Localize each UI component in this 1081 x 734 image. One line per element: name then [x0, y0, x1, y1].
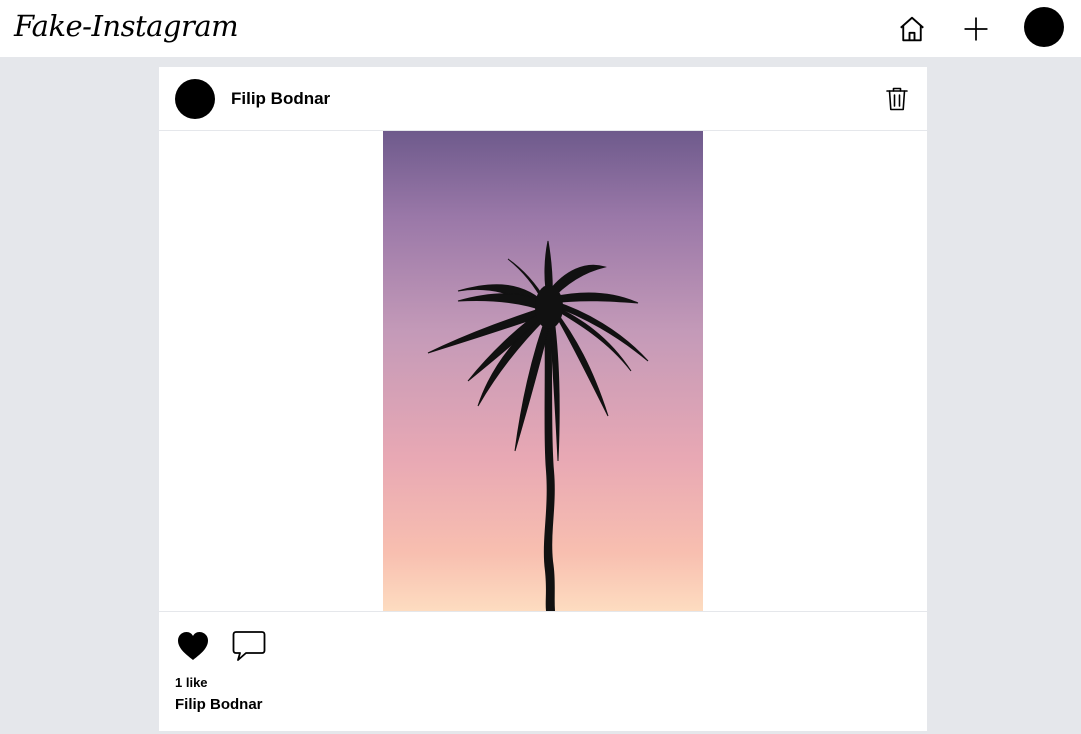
profile-avatar[interactable]	[1024, 7, 1064, 47]
top-navbar: Fake-Instagram	[0, 0, 1081, 58]
home-button[interactable]	[892, 9, 932, 49]
post-card: Filip Bodnar 1 like Filip Bodnar	[159, 67, 927, 731]
comment-button[interactable]	[231, 628, 267, 664]
caption-author[interactable]: Filip Bodnar	[175, 695, 263, 715]
heart-icon	[178, 632, 208, 660]
delete-post-button[interactable]	[883, 85, 911, 113]
author-avatar[interactable]	[175, 79, 215, 119]
post-image	[383, 131, 703, 611]
like-button[interactable]	[175, 628, 211, 664]
trash-icon	[886, 87, 908, 111]
plus-icon	[964, 17, 988, 41]
home-icon	[900, 16, 924, 42]
comment-icon	[232, 631, 266, 661]
post-media	[159, 131, 927, 611]
likes-count[interactable]: 1 like	[175, 675, 208, 691]
post-header: Filip Bodnar	[159, 67, 927, 131]
app-logo[interactable]: Fake-Instagram	[14, 6, 239, 46]
new-post-button[interactable]	[956, 9, 996, 49]
author-name[interactable]: Filip Bodnar	[231, 89, 330, 109]
post-footer: 1 like Filip Bodnar	[159, 611, 927, 731]
palm-tree-silhouette	[427, 240, 649, 611]
